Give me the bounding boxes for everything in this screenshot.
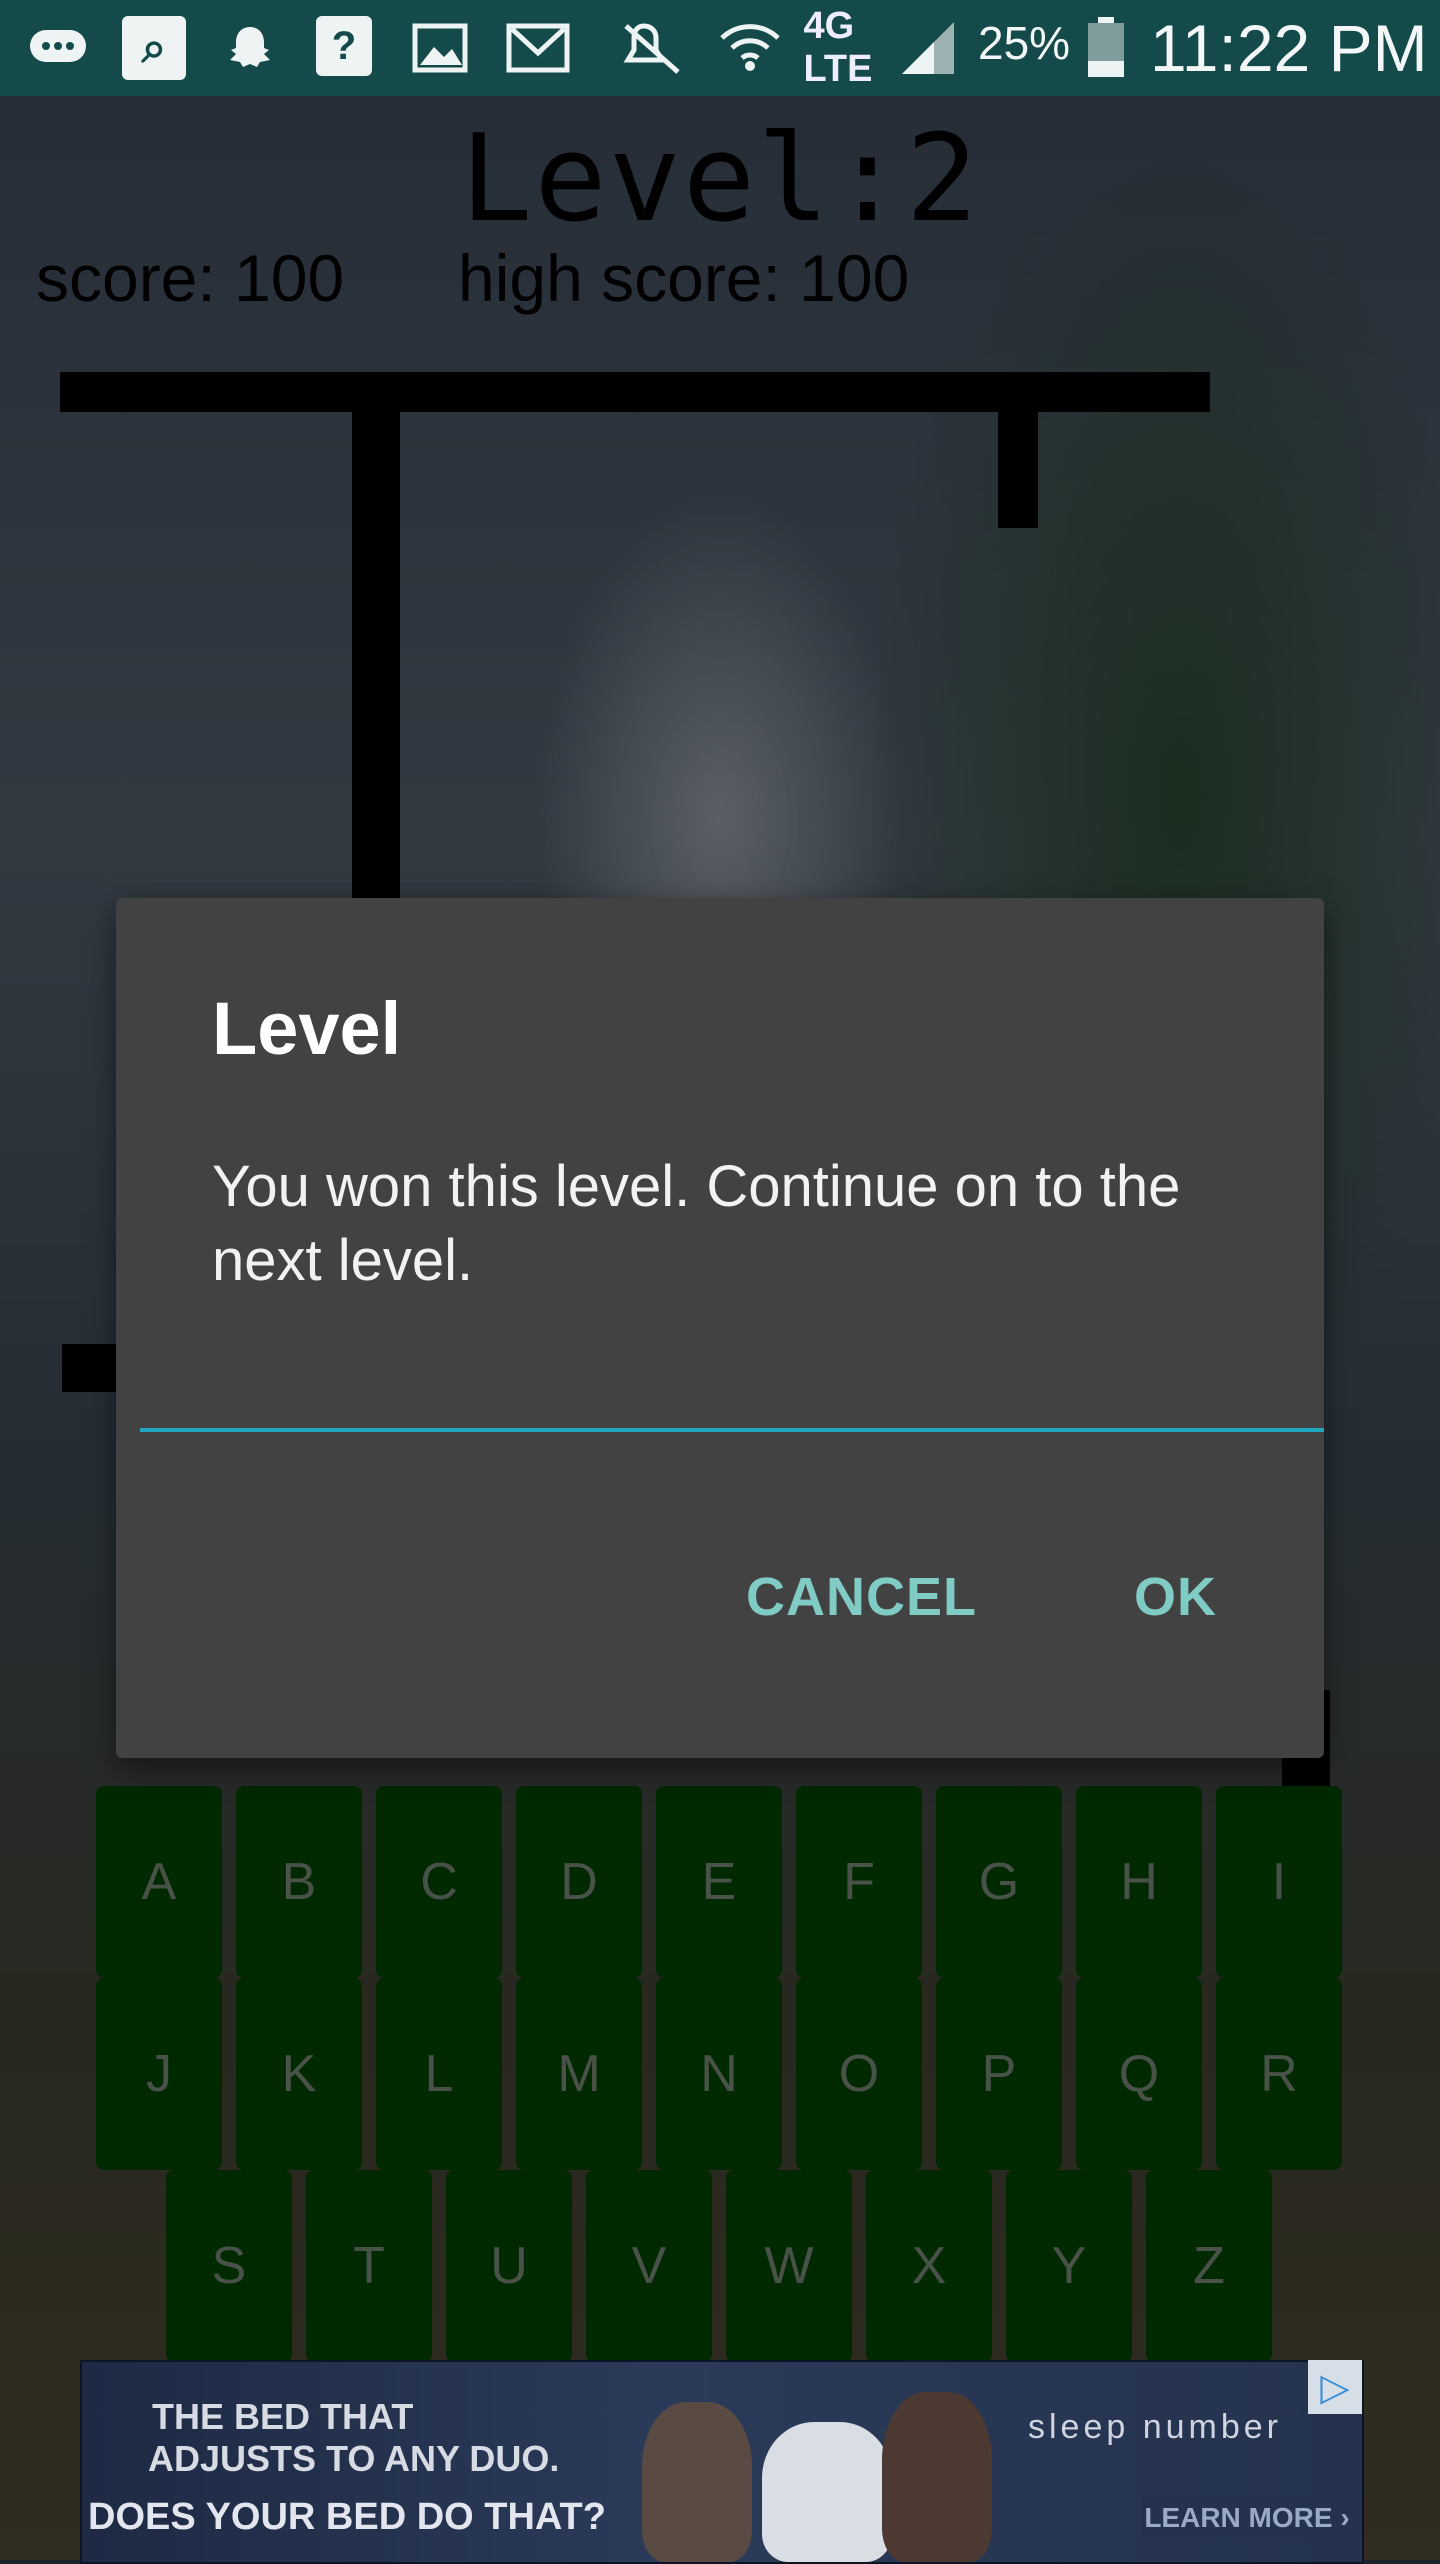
cancel-button[interactable]: CANCEL — [746, 1566, 977, 1628]
dialog-input-underline — [140, 1428, 1324, 1432]
wifi-icon — [718, 16, 782, 80]
ad-person-image — [882, 2392, 992, 2562]
lte-icon: 4G LTE — [803, 5, 873, 90]
status-bar: ⌕ ? 4G LTE 25% 11:22 PM — [0, 0, 1440, 96]
level-dialog: Level You won this level. Continue on to… — [116, 898, 1328, 1758]
battery-icon — [1074, 16, 1138, 80]
gmail-icon — [506, 16, 570, 80]
search-app-icon: ⌕ — [122, 16, 186, 80]
ad-person-image — [642, 2402, 752, 2562]
messages-icon — [26, 16, 90, 80]
snapchat-icon — [218, 16, 282, 80]
ok-button[interactable]: OK — [1134, 1566, 1217, 1628]
ad-banner[interactable]: THE BED THAT ADJUSTS TO ANY DUO. DOES YO… — [80, 2360, 1364, 2564]
dialog-message: You won this level. Continue on to the n… — [212, 1154, 1181, 1293]
dialog-title: Level — [212, 987, 402, 1070]
battery-percent: 25% — [978, 17, 1071, 69]
mute-icon — [620, 16, 684, 80]
clock: 11:22 PM — [1150, 11, 1428, 85]
ad-person-image — [762, 2422, 892, 2562]
gallery-icon — [408, 16, 472, 80]
ad-choices-icon[interactable]: ▷ — [1308, 2360, 1362, 2414]
ad-headline-line1: THE BED THAT — [152, 2396, 414, 2437]
ad-brand-logo: sleep number — [1028, 2408, 1283, 2446]
ad-cta-text: DOES YOUR BED DO THAT? — [88, 2496, 606, 2538]
dialog-input-field[interactable] — [140, 1368, 1328, 1430]
help-icon: ? — [316, 16, 372, 76]
signal-icon — [896, 16, 960, 80]
ad-learn-more-button[interactable]: LEARN MORE › — [1142, 2496, 1352, 2540]
ad-headline-line2: ADJUSTS TO ANY DUO. — [148, 2438, 560, 2479]
